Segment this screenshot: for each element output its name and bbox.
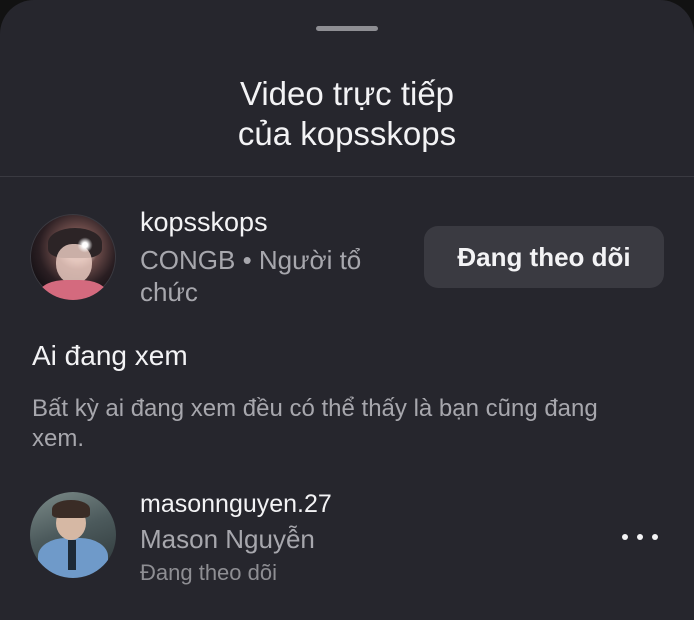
viewer-avatar[interactable] bbox=[30, 492, 116, 578]
sheet-title: Video trực tiếp của kopsskops bbox=[0, 74, 694, 154]
more-dot bbox=[622, 534, 628, 540]
viewer-follow-status: Đang theo dõi bbox=[140, 560, 277, 585]
viewer-username[interactable]: masonnguyen.27 bbox=[140, 490, 332, 519]
divider bbox=[0, 176, 694, 177]
host-subtitle: CONGB • Người tổ chức bbox=[140, 245, 362, 307]
host-avatar-shirt bbox=[40, 280, 106, 300]
viewer-avatar-tie bbox=[68, 540, 76, 570]
more-dot bbox=[652, 534, 658, 540]
more-dot bbox=[637, 534, 643, 540]
viewers-section-description: Bất kỳ ai đang xem đều có thể thấy là bạ… bbox=[32, 395, 598, 452]
host-avatar[interactable] bbox=[30, 214, 116, 300]
following-button[interactable]: Đang theo dõi bbox=[424, 226, 664, 288]
more-horizontal-icon[interactable] bbox=[618, 522, 662, 552]
host-username[interactable]: kopsskops bbox=[140, 207, 268, 238]
viewers-section-title: Ai đang xem bbox=[32, 340, 188, 371]
sheet-title-line1: Video trực tiếp bbox=[239, 75, 455, 112]
bottom-sheet: Video trực tiếp của kopsskops kopsskops … bbox=[0, 0, 694, 620]
viewer-full-name: Mason Nguyễn bbox=[140, 524, 315, 554]
host-avatar-flare bbox=[76, 236, 94, 254]
sheet-grabber-handle[interactable] bbox=[316, 26, 378, 31]
sheet-title-line2: của kopsskops bbox=[237, 115, 457, 152]
viewer-avatar-hair bbox=[52, 500, 90, 518]
